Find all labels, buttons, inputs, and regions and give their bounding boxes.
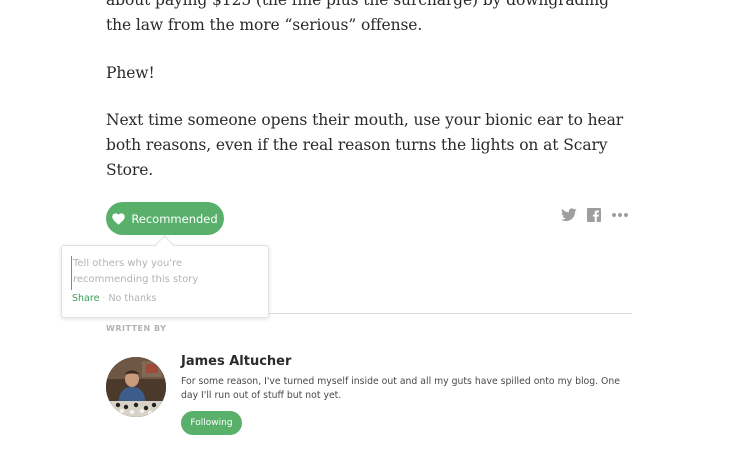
facebook-share-button[interactable] [587, 208, 601, 222]
share-note-button[interactable]: Share [72, 293, 99, 304]
author-bio: For some reason, I've turned myself insi… [181, 376, 620, 401]
separator-dot: · [102, 293, 106, 304]
heart-icon [112, 212, 126, 225]
written-by-label: WRITTEN BY [106, 324, 167, 333]
article-paragraph: Phew! [106, 64, 155, 82]
article-paragraph: Next time someone opens their mouth, use… [106, 111, 624, 179]
author-avatar[interactable] [106, 357, 166, 417]
more-actions-button[interactable] [611, 212, 629, 218]
author-name[interactable]: James Altucher [181, 354, 291, 369]
avatar-image [106, 357, 166, 417]
recommend-button[interactable]: Recommended [106, 202, 224, 235]
following-button[interactable]: Following [181, 411, 242, 435]
twitter-share-button[interactable] [561, 208, 577, 222]
more-icon [612, 213, 628, 217]
recommend-note-input[interactable] [71, 256, 259, 290]
recommend-note-popover: Share·No thanks [61, 245, 269, 318]
twitter-icon [561, 208, 577, 222]
share-actions [561, 208, 629, 222]
divider [269, 313, 632, 314]
no-thanks-button[interactable]: No thanks [108, 293, 156, 304]
recommend-label: Recommended [131, 211, 218, 226]
article-paragraph: about paying $125 (the fine plus the sur… [106, 0, 609, 34]
popover-actions: Share · No thanks [72, 293, 156, 304]
facebook-icon [587, 208, 601, 222]
